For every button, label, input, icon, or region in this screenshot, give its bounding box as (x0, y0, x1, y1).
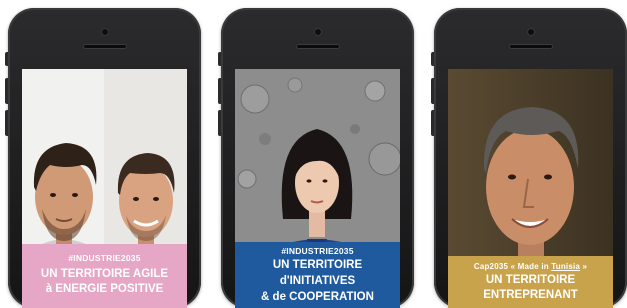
tag-suffix: » (580, 262, 588, 271)
phone-card-2: #INDUSTRIE2035 UN TERRITOIRE d'INITIATIV… (218, 8, 414, 308)
phone-card-1: #INDUSTRIE2035 UN TERRITOIRE AGILE à ENE… (5, 8, 201, 308)
phone-screen: #INDUSTRIE2035 UN TERRITOIRE AGILE à ENE… (22, 69, 187, 308)
camera-icon (100, 28, 109, 36)
phone-side-button (5, 78, 8, 104)
headline-line: & de COOPERATION (261, 291, 374, 303)
tag-underlined: Tunisia (551, 262, 581, 271)
phone-card-3: Cap2035 « Made in Tunisia » UN TERRITOIR… (431, 8, 627, 308)
phone-side-button (218, 52, 221, 66)
headline-line: UN TERRITOIRE (485, 274, 576, 286)
camera-icon (313, 28, 322, 36)
hashtag: #INDUSTRIE2035 (281, 246, 354, 256)
phone-side-button (431, 110, 434, 136)
phone-side-button (218, 78, 221, 104)
headline-line: ENTREPRENANT (483, 289, 578, 301)
phone-side-button (431, 52, 434, 66)
hashtag: #INDUSTRIE2035 (68, 253, 141, 263)
phone-screen: #INDUSTRIE2035 UN TERRITOIRE d'INITIATIV… (235, 69, 400, 308)
headline-line: d'INITIATIVES (279, 275, 356, 287)
phone-side-button (5, 110, 8, 136)
caption-band: #INDUSTRIE2035 UN TERRITOIRE AGILE à ENE… (22, 244, 187, 308)
headline-line: UN TERRITOIRE AGILE (40, 268, 169, 280)
caption-band: #INDUSTRIE2035 UN TERRITOIRE d'INITIATIV… (235, 242, 400, 308)
speaker-icon (295, 44, 340, 49)
phone-side-button (218, 110, 221, 136)
phone-screen: Cap2035 « Made in Tunisia » UN TERRITOIR… (448, 69, 613, 308)
speaker-icon (508, 44, 553, 49)
speaker-icon (82, 44, 127, 49)
phone-side-button (5, 52, 8, 66)
phone-side-button (431, 78, 434, 104)
caption-band: Cap2035 « Made in Tunisia » UN TERRITOIR… (448, 256, 613, 308)
tagline: Cap2035 « Made in Tunisia » (448, 262, 613, 271)
tag-prefix: Cap2035 « Made in (473, 262, 552, 271)
headline-line: UN TERRITOIRE (272, 259, 363, 271)
camera-icon (526, 28, 535, 36)
headline-line: à ENERGIE POSITIVE (45, 283, 164, 295)
